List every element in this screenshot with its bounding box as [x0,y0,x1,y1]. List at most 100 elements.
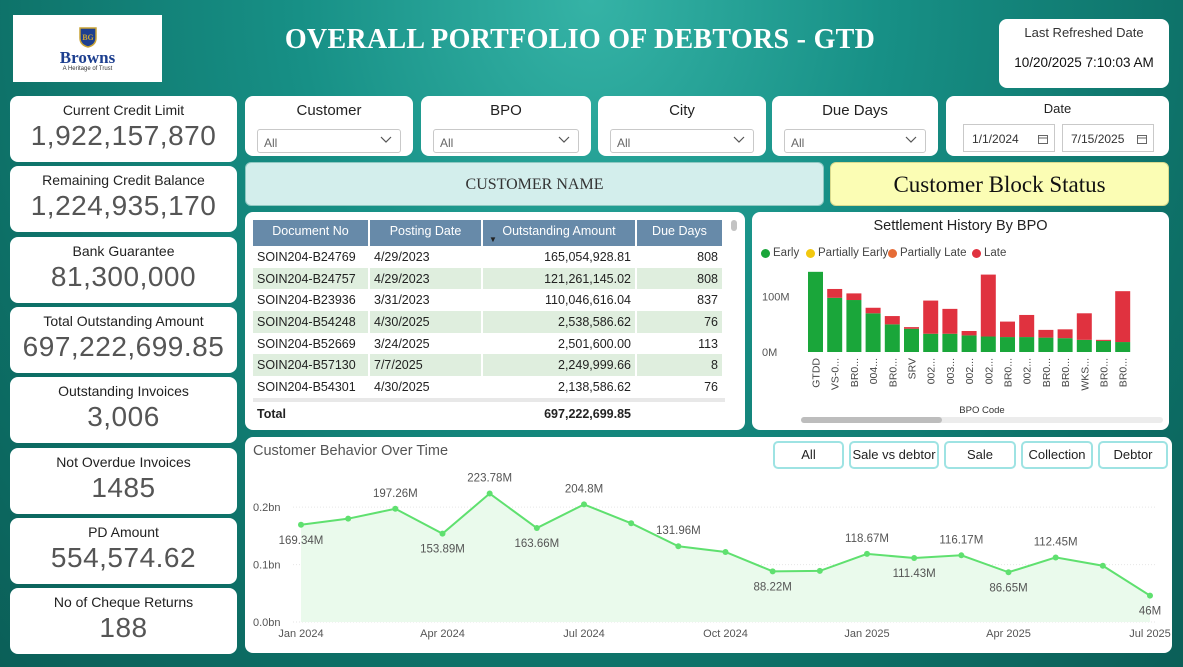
kpi-label: Bank Guarantee [72,243,175,259]
kpi-label: PD Amount [88,524,159,540]
cell-posting-date: 3/31/2023 [370,289,483,312]
cell-document-no: SOIN204-B24769 [253,246,370,268]
cell-posting-date: 7/7/2025 [370,354,483,377]
bar-segment-early [1000,337,1015,352]
date-from-input[interactable]: 1/1/2024 [963,124,1055,152]
sort-descending-icon: ▼ [489,235,497,244]
data-point [864,550,870,557]
dropdown-value: All [791,136,805,150]
chevron-down-icon [905,136,917,143]
bar-segment-early [1019,337,1035,352]
slicer-title: Due Days [822,102,888,119]
city-dropdown[interactable]: All [610,129,754,153]
cell-document-no: SOIN204-B52669 [253,332,370,355]
calendar-icon[interactable] [1038,134,1048,144]
column-header[interactable]: Document No [253,220,370,246]
table-row[interactable]: SOIN204-B52669 3/24/2025 2,501,600.00 113 [253,332,724,355]
data-label: 86.65M [989,582,1027,594]
y-tick-label: 0.1bn [253,560,281,572]
bar-segment-late [1096,339,1111,341]
table-row[interactable]: SOIN204-B54301 4/30/2025 2,138,586.62 76 [253,376,724,398]
chevron-down-icon [380,136,392,143]
logo-brand-text: Browns [59,47,116,67]
kpi-current-credit-limit: Current Credit Limit 1,922,157,870 [10,96,237,162]
slicer-title: Date [1043,101,1072,116]
cell-outstanding-amount: 2,249,999.66 [483,354,637,377]
cell-posting-date: 4/30/2025 [370,376,483,398]
cell-document-no: SOIN204-B54301 [253,376,370,398]
customer-slicer: Customer All [245,96,413,156]
cell-posting-date: 4/29/2023 [370,267,483,290]
y-tick-label: 100M [762,292,790,304]
bar-segment-late [827,288,843,298]
date-to-input[interactable]: 7/15/2025 [1062,124,1154,152]
x-tick-label: BR0... [849,358,861,387]
due-days-slicer: Due Days All [772,96,938,156]
bar-segment-early [884,324,900,352]
last-refreshed-value: 10/20/2025 7:10:03 AM [1014,55,1154,70]
table-row[interactable]: SOIN204-B23936 3/31/2023 110,046,616.04 837 [253,289,724,312]
kpi-label: Current Credit Limit [62,102,185,118]
kpi-pd-amount: PD Amount 554,574.62 [10,518,237,584]
cell-posting-date: 4/29/2023 [370,246,483,268]
data-label: 112.45M [1034,536,1078,548]
x-axis-title: BPO Code [959,405,1004,416]
kpi-bank-guarantee: Bank Guarantee 81,300,000 [10,237,237,303]
customer-dropdown[interactable]: All [257,129,401,153]
settlement-history-card: Settlement History By BPO Early Partiall… [752,212,1169,430]
table-row[interactable]: SOIN204-B54248 4/30/2025 2,538,586.62 76 [253,311,724,333]
x-tick-label: BR0... [1003,358,1015,387]
column-header[interactable]: Due Days [637,220,724,246]
last-refreshed-label: Last Refreshed Date [1024,25,1144,40]
data-label: 131.96M [656,525,701,537]
kpi-value: 3,006 [87,401,160,432]
x-tick-label: BR0... [1041,358,1053,387]
x-tick-label: WKS... [1079,358,1091,391]
data-label: 111.43M [893,568,936,580]
bar-segment-late [980,274,996,337]
column-header-sorted[interactable]: Outstanding Amount ▼ [483,220,637,246]
table-horizontal-scrollbar[interactable] [253,398,725,402]
data-point [486,490,493,497]
kpi-value: 1485 [91,472,156,503]
data-point [439,530,446,537]
bar-segment-late [846,293,862,301]
table-row[interactable]: SOIN204-B24757 4/29/2023 121,261,145.02 808 [253,267,724,290]
table-row[interactable]: SOIN204-B57130 7/7/2025 2,249,999.66 8 [253,354,724,377]
cell-outstanding-amount: 2,538,586.62 [483,311,637,333]
data-point [298,521,304,528]
crest-icon: BG [78,26,97,48]
data-point [1005,569,1012,576]
cell-outstanding-amount: 165,054,928.81 [483,246,637,268]
bar-segment-early [827,297,843,352]
cell-outstanding-amount: 110,046,616.04 [483,289,637,312]
kpi-label: Outstanding Invoices [58,383,189,399]
x-tick-label: GTDD [811,358,823,388]
data-point [628,520,635,527]
date-to-value: 7/15/2025 [1071,132,1125,146]
data-point [816,567,823,574]
bpo-dropdown[interactable]: All [433,129,579,153]
cell-outstanding-amount: 2,501,600.00 [483,332,637,355]
table-vertical-scrollbar[interactable] [731,220,737,231]
data-point [392,505,399,512]
calendar-icon[interactable] [1137,134,1147,144]
cell-due-days: 808 [637,246,724,268]
date-slicer: Date 1/1/2024 7/15/2025 [946,96,1169,156]
data-point [911,555,918,562]
data-point [1147,592,1153,599]
kpi-value: 1,224,935,170 [30,190,217,221]
x-tick-label: 003... [945,358,957,384]
bar-segment-early [923,333,939,352]
bar-segment-early [904,328,919,352]
kpi-value: 1,922,157,870 [30,120,217,151]
bar-segment-early [961,335,977,352]
column-header-label: Outstanding Amount [502,224,616,238]
kpi-value: 188 [99,612,148,643]
table-row[interactable]: SOIN204-B24769 4/29/2023 165,054,928.81 808 [253,246,724,268]
kpi-outstanding-invoices: Outstanding Invoices 3,006 [10,377,237,443]
kpi-value: 554,574.62 [50,542,197,573]
due-days-dropdown[interactable]: All [784,129,926,153]
data-point [769,568,776,575]
column-header[interactable]: Posting Date [370,220,483,246]
